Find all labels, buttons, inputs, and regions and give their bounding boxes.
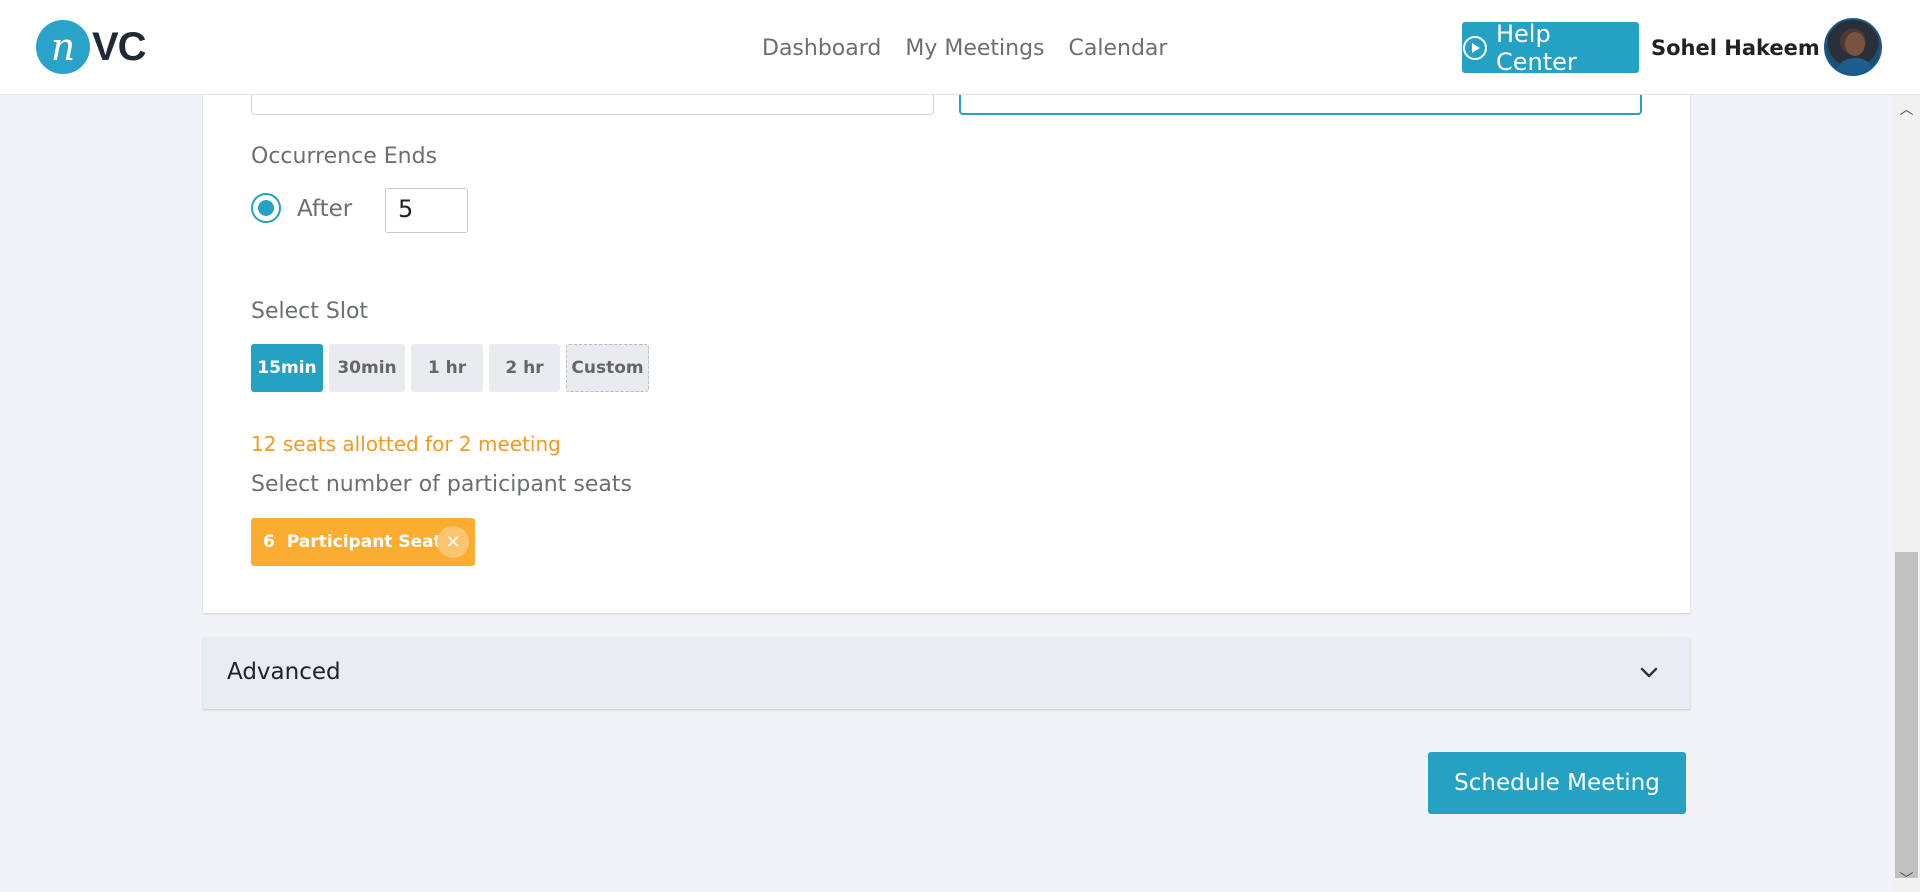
- slot-15min-button[interactable]: 15min: [251, 344, 323, 392]
- user-name: Sohel Hakeem: [1651, 36, 1820, 60]
- help-center-button[interactable]: Help Center: [1462, 19, 1639, 76]
- logo-mark: n: [36, 20, 90, 74]
- schedule-meeting-button[interactable]: Schedule Meeting: [1428, 752, 1686, 814]
- user-menu[interactable]: Sohel Hakeem▼: [1651, 36, 1836, 60]
- scroll-up-arrow-icon[interactable]: ︿: [1893, 98, 1920, 120]
- help-center-label: Help Center: [1495, 19, 1577, 76]
- close-icon[interactable]: ✕: [437, 526, 469, 558]
- occurrence-after-radio[interactable]: [251, 193, 281, 223]
- nav-dashboard[interactable]: Dashboard: [762, 36, 881, 61]
- avatar-body: [1834, 58, 1876, 74]
- main-nav: Dashboard My Meetings Calendar: [762, 36, 1167, 61]
- advanced-accordion[interactable]: Advanced: [203, 637, 1690, 709]
- participant-seats-tag: 6 Participant Seats ✕: [251, 518, 475, 566]
- select-slot-label: Select Slot: [251, 299, 369, 324]
- seat-tag-label: Participant Seats: [286, 532, 452, 552]
- avatar-face: [1845, 32, 1865, 56]
- logo-wordmark: VC: [92, 24, 147, 69]
- scroll-thumb[interactable]: [1895, 552, 1918, 878]
- play-circle-icon: [1462, 35, 1487, 60]
- advanced-label: Advanced: [227, 659, 341, 685]
- seat-count: 6: [263, 532, 275, 552]
- top-navbar: n VC Dashboard My Meetings Calendar Help…: [0, 0, 1920, 95]
- chevron-down-icon: [1640, 667, 1658, 678]
- participant-seats-label: Select number of participant seats: [251, 472, 632, 497]
- slot-1hr-button[interactable]: 1 hr: [411, 344, 483, 392]
- slot-2hr-button[interactable]: 2 hr: [489, 344, 560, 392]
- occurrence-ends-label: Occurrence Ends: [251, 144, 438, 169]
- occurrence-after-label: After: [297, 196, 353, 222]
- nav-calendar[interactable]: Calendar: [1069, 36, 1168, 61]
- slot-custom-button[interactable]: Custom: [566, 344, 649, 392]
- nav-my-meetings[interactable]: My Meetings: [905, 36, 1044, 61]
- nvc-logo[interactable]: n VC: [36, 20, 147, 74]
- radio-selected-dot: [258, 200, 274, 216]
- occurrence-count-input[interactable]: 5: [385, 188, 468, 233]
- scroll-down-arrow-icon[interactable]: ﹀: [1893, 868, 1920, 890]
- slot-30min-button[interactable]: 30min: [329, 344, 405, 392]
- seats-allotted-notice: 12 seats allotted for 2 meeting: [251, 432, 561, 456]
- slot-options: 15min 30min 1 hr 2 hr Custom: [251, 344, 649, 392]
- avatar[interactable]: [1824, 18, 1882, 76]
- page-scrollbar[interactable]: ︿ ﹀: [1893, 94, 1920, 892]
